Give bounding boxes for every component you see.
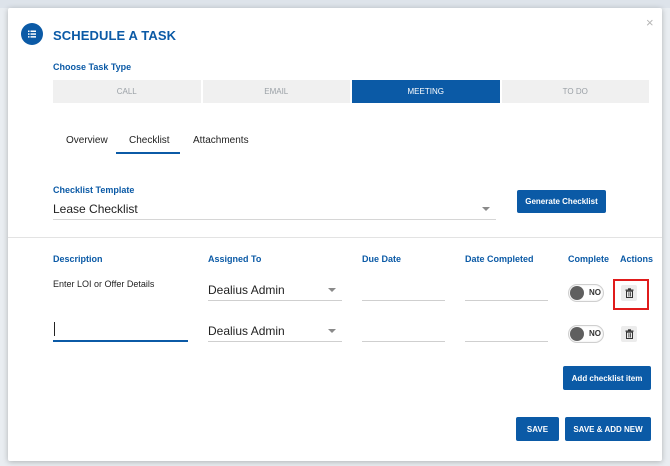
- task-type-selector: CALL EMAIL MEETING TO DO: [53, 80, 649, 103]
- template-underline: [53, 219, 496, 220]
- row-2-description-input[interactable]: [53, 321, 188, 342]
- row-2-complete-toggle[interactable]: NO: [568, 325, 604, 343]
- generate-checklist-button[interactable]: Generate Checklist: [517, 190, 606, 213]
- save-button[interactable]: SAVE: [516, 417, 559, 441]
- toggle-label: NO: [589, 329, 601, 338]
- row-1-due-date-field[interactable]: [362, 300, 445, 301]
- column-header-date-completed: Date Completed: [465, 254, 534, 264]
- task-type-call[interactable]: CALL: [53, 80, 201, 103]
- chevron-down-icon[interactable]: [328, 288, 336, 292]
- active-tab-indicator: [116, 152, 180, 154]
- column-header-actions: Actions: [620, 254, 654, 264]
- row-1-assigned-to-select[interactable]: Dealius Admin: [208, 283, 285, 297]
- text-cursor: [54, 322, 55, 336]
- checklist-template-select[interactable]: Lease Checklist: [53, 202, 138, 216]
- backdrop: [0, 0, 670, 8]
- chevron-down-icon[interactable]: [482, 207, 490, 211]
- save-add-new-button[interactable]: SAVE & ADD NEW: [565, 417, 651, 441]
- modal-title: SCHEDULE A TASK: [53, 28, 177, 43]
- tab-overview[interactable]: Overview: [66, 135, 108, 146]
- task-type-email[interactable]: EMAIL: [202, 80, 350, 103]
- task-type-meeting[interactable]: MEETING: [352, 80, 500, 103]
- row-2-date-completed-field[interactable]: [465, 341, 548, 342]
- trash-icon[interactable]: [621, 326, 637, 342]
- task-type-todo[interactable]: TO DO: [501, 80, 649, 103]
- column-header-assigned-to: Assigned To: [208, 254, 262, 264]
- row-2-assigned-underline: [208, 341, 342, 342]
- checklist-template-label: Checklist Template: [53, 185, 135, 195]
- tab-attachments[interactable]: Attachments: [193, 135, 249, 146]
- toggle-knob: [570, 286, 584, 300]
- row-1-complete-toggle[interactable]: NO: [568, 284, 604, 302]
- column-header-description: Description: [53, 254, 103, 264]
- chevron-down-icon[interactable]: [328, 329, 336, 333]
- row-1-assigned-underline: [208, 300, 342, 301]
- list-icon: [21, 23, 43, 45]
- task-type-label: Choose Task Type: [53, 62, 132, 72]
- row-1-date-completed-field[interactable]: [465, 300, 548, 301]
- trash-icon[interactable]: [621, 285, 637, 301]
- column-header-due-date: Due Date: [362, 254, 402, 264]
- row-2-due-date-field[interactable]: [362, 341, 445, 342]
- tab-checklist[interactable]: Checklist: [129, 135, 170, 146]
- row-1-description[interactable]: Enter LOI or Offer Details: [53, 279, 154, 289]
- close-icon[interactable]: ×: [646, 15, 654, 30]
- schedule-task-modal: SCHEDULE A TASK × Choose Task Type CALL …: [8, 8, 662, 461]
- divider: [8, 237, 662, 238]
- add-checklist-item-button[interactable]: Add checklist item: [563, 366, 651, 390]
- row-2-assigned-to-select[interactable]: Dealius Admin: [208, 324, 285, 338]
- toggle-label: NO: [589, 288, 601, 297]
- column-header-complete: Complete: [568, 254, 610, 264]
- toggle-knob: [570, 327, 584, 341]
